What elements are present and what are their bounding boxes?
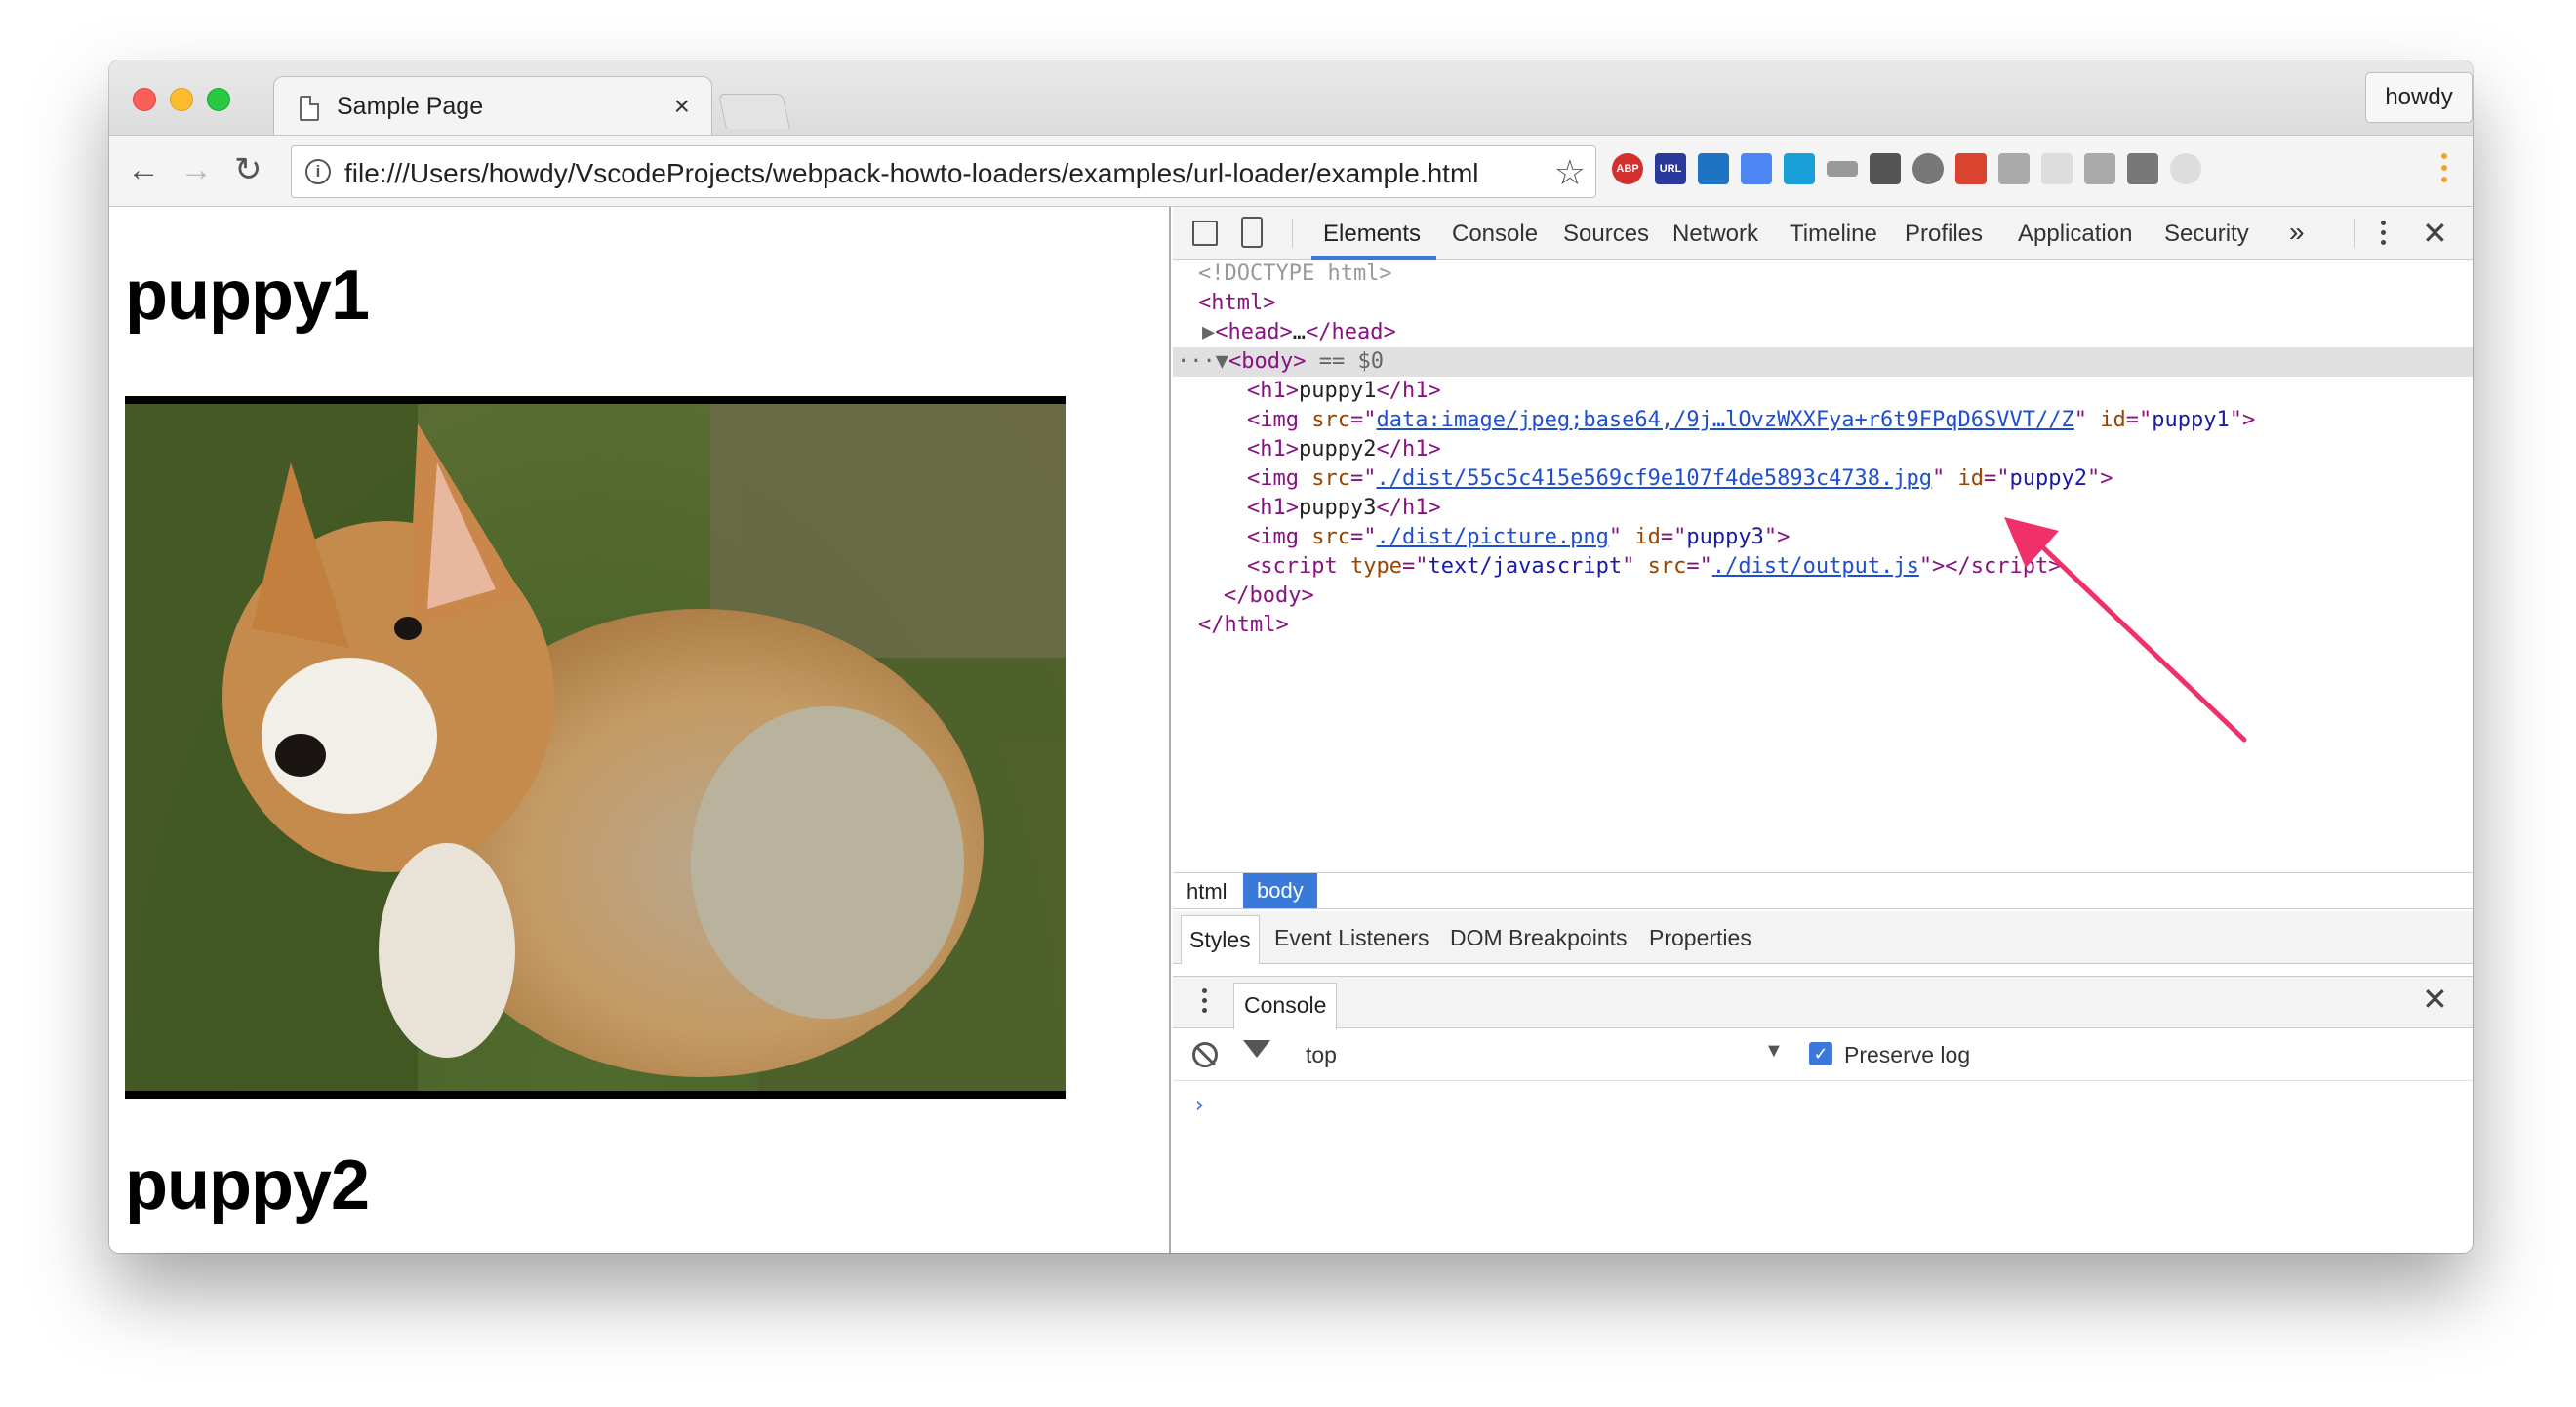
tag-extension-icon[interactable]: [1827, 161, 1858, 177]
bulb-extension-icon[interactable]: [1912, 153, 1944, 184]
forward-arrow-icon[interactable]: →: [180, 153, 213, 186]
tab-dom-breakpoints[interactable]: DOM Breakpoints: [1450, 925, 1628, 951]
toolbar-divider: [2354, 219, 2355, 248]
document-icon: [300, 96, 319, 121]
tab-title: Sample Page: [337, 93, 484, 120]
html-node[interactable]: <html>: [1198, 289, 1275, 318]
inspect-element-icon[interactable]: [1192, 221, 1218, 246]
film-extension-icon[interactable]: [1870, 153, 1901, 184]
tab-timeline[interactable]: Timeline: [1790, 221, 1877, 248]
puppy2-heading: puppy2: [125, 1146, 370, 1225]
tab-elements[interactable]: Elements: [1323, 221, 1421, 248]
img-puppy1-node[interactable]: <img src="data:image/jpeg;base64,/9j…lOv…: [1247, 406, 2255, 435]
body-node-selected[interactable]: ···▼<body> == $0: [1173, 347, 2473, 377]
breadcrumb-body[interactable]: body: [1243, 873, 1317, 908]
bookmark-star-icon[interactable]: ☆: [1554, 152, 1586, 193]
tab-sources[interactable]: Sources: [1563, 221, 1649, 248]
h1-puppy2-node[interactable]: <h1>puppy2</h1>: [1247, 435, 1441, 464]
browser-toolbar: ← → ↻ i file:///Users/howdy/VscodeProjec…: [109, 135, 2473, 207]
more-tabs-icon[interactable]: »: [2289, 217, 2305, 248]
address-bar[interactable]: i file:///Users/howdy/VscodeProjects/web…: [291, 145, 1596, 198]
devtools-menu-icon[interactable]: [2381, 221, 2387, 250]
preserve-log-label: Preserve log: [1844, 1042, 1971, 1067]
adblock-extension-icon[interactable]: ABP: [1612, 153, 1643, 184]
console-toolbar: top ▼ ✓ Preserve log: [1173, 1028, 2473, 1081]
profile-button[interactable]: howdy: [2365, 72, 2473, 123]
page-viewport: puppy1 puppy2: [109, 207, 1171, 1253]
puppy1-image: [125, 396, 1066, 1099]
title-bar: Sample Page × howdy: [109, 60, 2473, 137]
img-puppy2-node[interactable]: <img src="./dist/55c5c415e569cf9e107f4de…: [1247, 464, 2113, 494]
new-tab-button[interactable]: [718, 94, 790, 129]
reload-icon[interactable]: ↻: [234, 153, 262, 186]
breadcrumb-html[interactable]: html: [1187, 879, 1228, 904]
drawer-tab-console[interactable]: Console: [1233, 983, 1338, 1029]
tab-properties[interactable]: Properties: [1649, 925, 1751, 951]
annotation-arrow: [2004, 517, 2247, 743]
browser-tab[interactable]: Sample Page ×: [273, 76, 712, 137]
device-toolbar-icon[interactable]: [1241, 217, 1263, 248]
chevron-down-icon[interactable]: ▼: [1764, 1040, 1784, 1063]
tab-security[interactable]: Security: [2164, 221, 2249, 248]
h1-puppy3-node[interactable]: <h1>puppy3</h1>: [1247, 494, 1441, 523]
tab-console[interactable]: Console: [1452, 221, 1538, 248]
devtools-toolbar: Elements Console Sources Network Timelin…: [1173, 207, 2473, 260]
repeat-extension-icon[interactable]: [2084, 153, 2115, 184]
tab-close-icon[interactable]: ×: [674, 91, 690, 122]
tab-styles[interactable]: Styles: [1181, 915, 1260, 964]
noads-extension-icon[interactable]: [2127, 153, 2158, 184]
puppy1-heading: puppy1: [125, 257, 370, 335]
html-close-node[interactable]: </html>: [1198, 611, 1289, 640]
filter-icon[interactable]: [1243, 1040, 1270, 1058]
back-arrow-icon[interactable]: ←: [127, 153, 160, 186]
clear-console-icon[interactable]: [1192, 1042, 1218, 1067]
script-node[interactable]: <script type="text/javascript" src="./di…: [1247, 552, 2062, 582]
close-window-button[interactable]: [133, 88, 156, 111]
maximize-window-button[interactable]: [207, 88, 230, 111]
translate-extension-icon[interactable]: [1741, 153, 1772, 184]
circle-extension-icon[interactable]: [2170, 153, 2201, 184]
doctype-node[interactable]: <!DOCTYPE html>: [1198, 260, 1392, 289]
s-extension-icon[interactable]: [1698, 153, 1729, 184]
devtools-close-icon[interactable]: ✕: [2422, 215, 2448, 252]
drawer-menu-icon[interactable]: [1202, 988, 1207, 1018]
tree-extension-icon[interactable]: [2041, 153, 2073, 184]
body-close-node[interactable]: </body>: [1224, 582, 1314, 611]
img-puppy3-node[interactable]: <img src="./dist/picture.png" id="puppy3…: [1247, 523, 1790, 552]
url-shortener-extension-icon[interactable]: URL: [1655, 153, 1686, 184]
tab-profiles[interactable]: Profiles: [1905, 221, 1983, 248]
h1-puppy1-node[interactable]: <h1>puppy1</h1>: [1247, 377, 1441, 406]
breadcrumb: html body: [1173, 872, 2473, 909]
book-extension-icon[interactable]: [1955, 153, 1987, 184]
grid-extension-icon[interactable]: [1998, 153, 2030, 184]
head-node[interactable]: ▶<head>…</head>: [1202, 318, 1396, 347]
tab-network[interactable]: Network: [1672, 221, 1758, 248]
sidebar-tabs: Styles Event Listeners DOM Breakpoints P…: [1173, 911, 2473, 964]
console-prompt[interactable]: ›: [1192, 1091, 1206, 1118]
drawer-toolbar: Console ✕: [1173, 976, 2473, 1029]
preserve-log-checkbox[interactable]: ✓: [1809, 1042, 1832, 1065]
browser-menu-icon[interactable]: [2441, 153, 2447, 186]
info-icon[interactable]: i: [305, 159, 331, 184]
bi-extension-icon[interactable]: [1784, 153, 1815, 184]
tab-application[interactable]: Application: [2018, 221, 2132, 248]
minimize-window-button[interactable]: [170, 88, 193, 111]
context-selector[interactable]: top: [1306, 1042, 1337, 1068]
tab-event-listeners[interactable]: Event Listeners: [1274, 925, 1429, 951]
toolbar-divider: [1292, 219, 1293, 248]
url-text[interactable]: file:///Users/howdy/VscodeProjects/webpa…: [344, 158, 1479, 189]
drawer-close-icon[interactable]: ✕: [2422, 981, 2448, 1018]
